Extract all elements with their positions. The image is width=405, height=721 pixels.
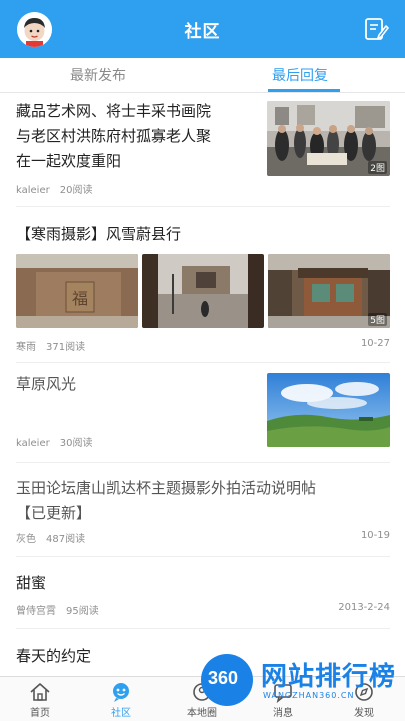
post-views: 95阅读 bbox=[66, 606, 99, 617]
post-date: 2013-2-24 bbox=[338, 602, 390, 613]
post-thumbnail[interactable]: 福 bbox=[16, 254, 138, 328]
divider bbox=[16, 206, 390, 207]
post-meta: kaleier 30阅读 bbox=[16, 434, 92, 449]
image-count-badge: 5图 bbox=[368, 313, 387, 326]
watermark-logo-text: 360 bbox=[208, 668, 239, 688]
post-title: 春天的约定 bbox=[16, 647, 92, 665]
nav-label: 社区 bbox=[111, 708, 131, 719]
nav-community[interactable]: 社区 bbox=[81, 677, 161, 721]
post-thumbnail[interactable]: 5图 bbox=[268, 254, 390, 328]
post-title-line: 玉田论坛唐山凯达杯主题摄影外拍活动说明帖 bbox=[16, 479, 317, 497]
divider bbox=[16, 462, 390, 463]
post-views: 487阅读 bbox=[46, 534, 86, 545]
watermark-url: WANGZHAN360.CN bbox=[263, 691, 355, 700]
post-author: 寒雨 bbox=[16, 342, 36, 353]
post-views: 30阅读 bbox=[59, 438, 93, 449]
post-title: 草原风光 bbox=[16, 375, 77, 393]
image-count-badge: 2图 bbox=[368, 161, 387, 174]
svg-text:福: 福 bbox=[72, 289, 88, 308]
post-meta: 寒雨 371阅读 bbox=[16, 338, 85, 353]
post-title: 【寒雨摄影】风雪蔚县行 bbox=[16, 225, 182, 243]
post-date: 10-27 bbox=[360, 338, 390, 349]
tab-latest[interactable]: 最新发布 bbox=[70, 65, 126, 85]
watermark-title: 网站排行榜 bbox=[261, 662, 397, 692]
post-author: kaleier bbox=[16, 438, 50, 449]
post-title: 藏品艺术网、将士丰采书画院 与老区村洪陈府村孤寡老人聚 在一起欢度重阳 bbox=[16, 99, 266, 174]
home-icon bbox=[30, 683, 50, 701]
nav-home[interactable]: 首页 bbox=[0, 677, 80, 721]
post-views: 371阅读 bbox=[46, 342, 86, 353]
post-date: 10-19 bbox=[360, 530, 390, 541]
post-thumbnail[interactable]: 2图 bbox=[267, 101, 390, 176]
edit-post-icon[interactable] bbox=[363, 16, 389, 42]
community-icon bbox=[113, 683, 129, 702]
post-meta: 灰色 487阅读 bbox=[16, 530, 85, 545]
post-thumbnail[interactable] bbox=[142, 254, 264, 328]
app-header: 社区 bbox=[0, 0, 405, 58]
post-title-line: 在一起欢度重阳 bbox=[16, 152, 122, 170]
active-tab-indicator bbox=[268, 89, 340, 92]
page-title: 社区 bbox=[184, 22, 221, 42]
watermark: 360 网站排行榜 WANGZHAN360.CN bbox=[195, 644, 405, 720]
post-title-line: 与老区村洪陈府村孤寡老人聚 bbox=[16, 127, 212, 145]
post-author: 曾侍宫霄 bbox=[16, 606, 56, 617]
post-title-line: 【已更新】 bbox=[16, 504, 92, 522]
post-author: 灰色 bbox=[16, 534, 36, 545]
post-title: 玉田论坛唐山凯达杯主题摄影外拍活动说明帖 【已更新】 bbox=[16, 476, 390, 526]
nav-label: 首页 bbox=[30, 708, 50, 719]
post-title: 甜蜜 bbox=[16, 574, 47, 592]
tab-bar: 最新发布 最后回复 bbox=[0, 58, 405, 93]
post-meta: 曾侍宫霄 95阅读 bbox=[16, 602, 99, 617]
divider bbox=[16, 362, 390, 363]
post-title-line: 藏品艺术网、将士丰采书画院 bbox=[16, 102, 212, 120]
divider bbox=[16, 556, 390, 557]
tab-last-reply[interactable]: 最后回复 bbox=[272, 65, 328, 85]
post-views: 20阅读 bbox=[59, 185, 93, 196]
post-author: kaleier bbox=[16, 185, 50, 196]
post-meta: kaleier 20阅读 bbox=[16, 181, 92, 196]
divider bbox=[16, 628, 390, 629]
post-thumbnail[interactable] bbox=[267, 373, 390, 447]
